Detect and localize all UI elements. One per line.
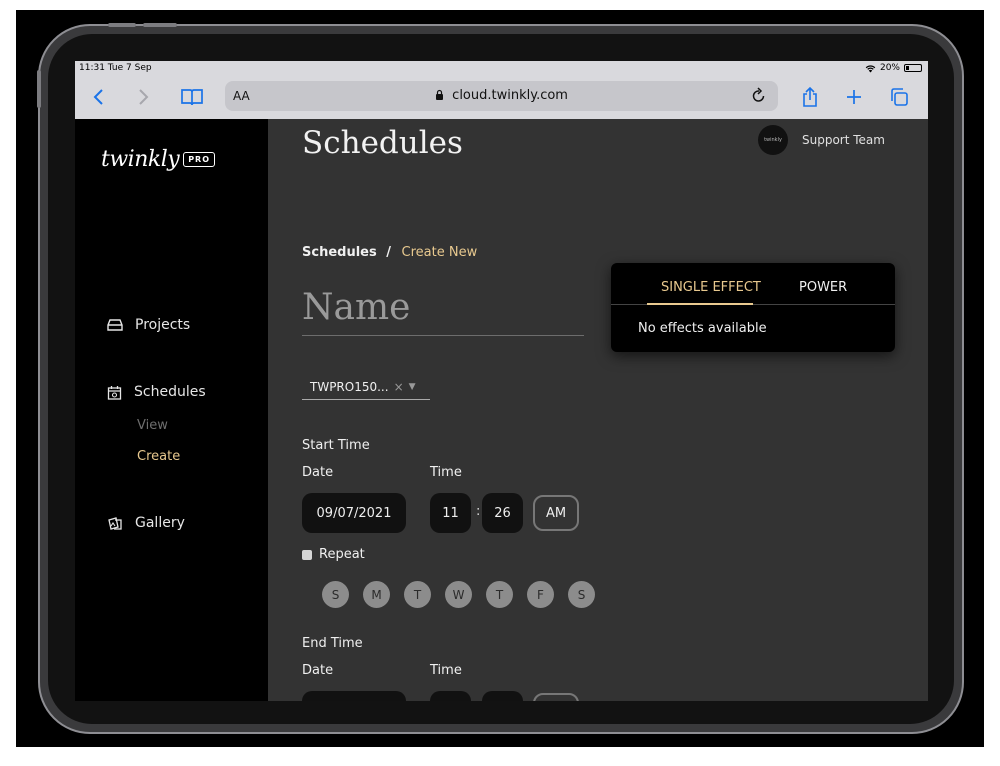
share-button[interactable] [799,83,821,111]
weekday-friday[interactable]: F [527,581,554,608]
start-date-label: Date [302,465,334,480]
lock-icon [436,89,444,100]
clear-icon[interactable]: × [394,380,404,394]
end-date-input[interactable] [302,691,406,701]
end-ampm-toggle[interactable] [533,693,579,701]
breadcrumb-parent[interactable]: Schedules [302,245,377,260]
book-icon [181,89,203,106]
reload-button[interactable] [752,87,766,107]
repeat-checkbox-row[interactable]: Repeat [302,547,365,562]
end-minute-input[interactable] [482,691,523,701]
avatar: twinkly [758,125,788,155]
repeat-label: Repeat [319,547,365,562]
address-bar[interactable]: AA cloud.twinkly.com [225,81,778,111]
back-button[interactable] [87,83,109,111]
bookmarks-button[interactable] [179,83,205,111]
chevron-down-icon[interactable]: ▼ [409,382,416,392]
page-title: Schedules [302,125,463,161]
top-button-right [143,23,177,27]
reload-icon [752,87,765,102]
sidebar-item-label: Projects [135,317,191,333]
start-ampm-toggle[interactable]: AM [533,495,579,531]
weekday-monday[interactable]: M [363,581,390,608]
calendar-icon [107,385,122,400]
support-label: Support Team [802,133,885,147]
device-select[interactable]: TWPRO150... × ▼ [302,374,430,400]
tabs-icon [891,88,908,106]
name-input[interactable] [302,279,584,335]
url-display: cloud.twinkly.com [225,88,778,103]
side-button [37,70,41,108]
battery-icon [904,64,922,72]
browser-toolbar: AA cloud.twinkly.com [75,77,928,119]
end-time-label: Time [430,663,462,678]
start-minute-input[interactable]: 26 [482,493,523,533]
chevron-right-icon [139,89,149,105]
start-date-input[interactable]: 09/07/2021 [302,493,406,533]
weekday-wednesday[interactable]: W [445,581,472,608]
share-icon [803,86,817,107]
effects-panel: SINGLE EFFECT POWER No effects available [611,263,895,352]
device-select-value: TWPRO150... [310,379,389,394]
tab-power[interactable]: POWER [799,280,847,295]
chevron-left-icon [93,89,103,105]
sidebar-item-gallery[interactable]: Gallery [107,515,185,531]
start-time-label: Time [430,465,462,480]
start-time-heading: Start Time [302,438,370,453]
empty-effects-message: No effects available [638,321,767,336]
repeat-checkbox[interactable] [302,549,312,560]
sidebar-subitem-create[interactable]: Create [137,449,180,464]
status-bar: 11:31 Tue 7 Sep 20% [75,61,928,77]
weekday-selector: S M T W T F S [322,581,595,608]
logo-text: twinkly [101,147,180,172]
sidebar-item-label: Gallery [135,515,185,531]
pro-badge: PRO [183,152,216,167]
breadcrumb-separator: / [386,245,391,260]
weekday-thursday[interactable]: T [486,581,513,608]
end-hour-input[interactable] [430,691,471,701]
start-hour-input[interactable]: 11 [430,493,471,533]
forward-button[interactable] [133,83,155,111]
sidebar-item-projects[interactable]: Projects [107,317,190,333]
tablet-screen: 11:31 Tue 7 Sep 20% AA cloud.twinkly.com [75,61,928,701]
sidebar-item-schedules[interactable]: Schedules [107,384,206,400]
weekday-saturday[interactable]: S [568,581,595,608]
plus-icon [847,90,861,104]
tab-single-effect[interactable]: SINGLE EFFECT [661,280,761,295]
end-date-label: Date [302,663,334,678]
url-text: cloud.twinkly.com [452,88,568,103]
end-time-heading: End Time [302,636,363,651]
wifi-icon [865,64,876,72]
weekday-sunday[interactable]: S [322,581,349,608]
top-button-left [108,23,136,27]
main-content: Schedules twinkly Support Team Schedules… [268,119,928,701]
tabs-button[interactable] [887,83,911,111]
time-separator: : [476,504,481,519]
support-account[interactable]: twinkly Support Team [758,125,885,155]
status-right: 20% [865,63,922,73]
weekday-tuesday[interactable]: T [404,581,431,608]
new-tab-button[interactable] [843,83,865,111]
sidebar-subitem-view[interactable]: View [137,418,168,433]
sidebar: twinkly PRO Projects Schedules View Crea… [75,119,268,701]
breadcrumb-current: Create New [401,245,478,260]
gallery-icon [108,516,122,530]
sidebar-item-label: Schedules [134,384,206,400]
battery-percent: 20% [879,63,900,73]
name-field[interactable] [302,279,584,336]
status-time: 11:31 Tue 7 Sep [79,63,152,73]
twinkly-logo[interactable]: twinkly PRO [101,147,216,172]
projects-icon [107,319,123,331]
active-tab-indicator [647,303,753,305]
breadcrumb: Schedules / Create New [302,245,477,260]
